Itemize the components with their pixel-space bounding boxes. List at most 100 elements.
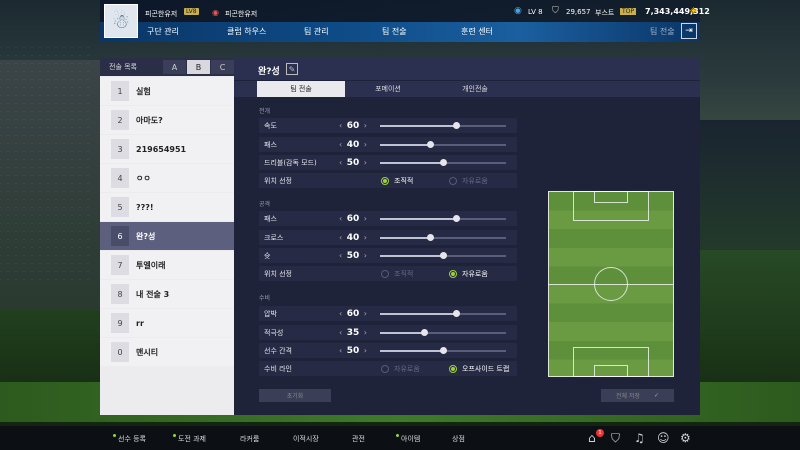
tab-individual-tactics[interactable]: 개인전술 — [431, 81, 519, 97]
decrease-icon[interactable]: ‹ — [339, 233, 342, 242]
slider-knob[interactable] — [452, 215, 460, 222]
increase-icon[interactable]: › — [364, 140, 367, 149]
nav-locker-room[interactable]: 라커룸 — [240, 434, 259, 444]
decrease-icon[interactable]: ‹ — [339, 309, 342, 318]
build-passing-slider[interactable] — [380, 141, 506, 148]
tactic-slot-4[interactable]: 4 ㅇㅇ — [100, 164, 234, 192]
slider-value: 60 — [346, 213, 360, 224]
tactics-tab-c[interactable]: C — [211, 60, 234, 74]
radio-organized[interactable]: 조직적 — [381, 269, 413, 279]
manager-name: 피곤한유저 — [225, 10, 258, 18]
radio-label: 오프사이드 트랩 — [462, 365, 510, 373]
goal-box-top — [594, 191, 628, 203]
slider-knob[interactable] — [427, 234, 435, 241]
tactic-slot-7[interactable]: 7 투엘이래 — [100, 251, 234, 279]
radio-offside-trap[interactable]: 오프사이드 트랩 — [449, 364, 509, 374]
defense-pressure-slider[interactable] — [380, 310, 506, 317]
slot-number: 1 — [111, 81, 129, 101]
radio-free[interactable]: 자유로움 — [449, 176, 488, 186]
tactic-slot-8[interactable]: 8 내 전술 3 — [100, 280, 234, 308]
tactic-slot-9[interactable]: 9 rr — [100, 309, 234, 337]
gear-icon[interactable]: ⚙ — [680, 431, 691, 445]
menu-club-management[interactable]: 구단 관리 — [147, 26, 179, 37]
menu-club-house[interactable]: 클럽 하우스 — [227, 26, 266, 37]
attack-passing-slider[interactable] — [380, 215, 506, 222]
radio-group-label: 위치 선정 — [264, 269, 292, 278]
bell-icon[interactable]: ♫ — [634, 431, 645, 445]
manager-icon: ◉ — [212, 8, 219, 17]
slider-knob[interactable] — [440, 252, 447, 259]
build-speed-slider[interactable] — [380, 122, 506, 129]
increase-icon[interactable]: › — [364, 251, 367, 260]
slider-knob[interactable] — [440, 347, 447, 354]
increase-icon[interactable]: › — [364, 158, 367, 167]
slider-knob[interactable] — [452, 122, 460, 129]
edit-icon[interactable]: ✎ — [286, 63, 298, 75]
nav-items[interactable]: 아이템 — [396, 434, 420, 444]
slider-knob[interactable] — [421, 329, 429, 336]
increase-icon[interactable]: › — [364, 214, 367, 223]
tactic-slot-3[interactable]: 3 219654951 — [100, 135, 234, 163]
slider-value: 50 — [346, 157, 360, 168]
check-icon: ✓ — [653, 392, 660, 399]
increase-icon[interactable]: › — [364, 309, 367, 318]
home-icon[interactable]: ⌂ — [588, 431, 596, 445]
nav-shop[interactable]: 상점 — [452, 434, 465, 444]
radio-organized[interactable]: 조직적 — [381, 176, 413, 186]
decrease-icon[interactable]: ‹ — [339, 328, 342, 337]
slider-knob[interactable] — [427, 141, 435, 148]
tab-formation[interactable]: 포메이션 — [344, 81, 432, 97]
attack-shooting-slider[interactable] — [380, 252, 506, 259]
build-dribble-slider[interactable] — [380, 159, 506, 166]
menu-team-tactics[interactable]: 팀 전술 — [382, 26, 407, 37]
defense-width-slider[interactable] — [380, 347, 506, 354]
nav-challenges[interactable]: 도전 과제 — [173, 434, 206, 444]
tactics-tab-b[interactable]: B — [187, 60, 210, 74]
attack-crossing-slider[interactable] — [380, 234, 506, 241]
slider-value: 40 — [346, 232, 360, 243]
decrease-icon[interactable]: ‹ — [339, 346, 342, 355]
shield-icon[interactable]: ⛉ — [611, 431, 620, 446]
tactics-tab-a[interactable]: A — [163, 60, 186, 74]
increase-icon[interactable]: › — [364, 328, 367, 337]
tactic-slot-1[interactable]: 1 실험 — [100, 77, 234, 105]
club-emblem[interactable]: ☃ — [104, 4, 138, 38]
tactic-slot-6[interactable]: 6 완?성 — [100, 222, 234, 250]
decrease-icon[interactable]: ‹ — [339, 251, 342, 260]
radio-group-label: 위치 선정 — [264, 176, 292, 185]
exit-icon[interactable]: ⇥ — [681, 23, 697, 39]
decrease-icon[interactable]: ‹ — [339, 121, 342, 130]
slider-knob[interactable] — [440, 159, 447, 166]
decrease-icon[interactable]: ‹ — [339, 214, 342, 223]
decrease-icon[interactable]: ‹ — [339, 140, 342, 149]
tactic-slot-0[interactable]: 0 맨시티 — [100, 338, 234, 366]
tactics-list-title: 전술 목록 — [109, 63, 137, 71]
defense-aggression-slider[interactable] — [380, 329, 506, 336]
radio-free[interactable]: 자유로움 — [381, 364, 420, 374]
radio-free[interactable]: 자유로움 — [449, 269, 488, 279]
nav-player-registration[interactable]: 선수 등록 — [113, 434, 146, 444]
tactic-slot-2[interactable]: 2 아마도? — [100, 106, 234, 134]
increase-icon[interactable]: › — [364, 346, 367, 355]
menu-team-management[interactable]: 팀 관리 — [304, 26, 329, 37]
slider-knob[interactable] — [452, 310, 460, 317]
tactic-slot-5[interactable]: 5???! — [100, 193, 234, 221]
build-speed-row: 속도 ‹ 60 › — [259, 118, 517, 133]
boost-label[interactable]: 부스트 — [595, 8, 614, 18]
slot-number: 5 — [111, 197, 129, 217]
defense-pressure-row: 압박 ‹ 60 › — [259, 306, 517, 321]
slider-label: 선수 간격 — [264, 346, 292, 355]
nav-transfer-market[interactable]: 이적시장 — [293, 434, 319, 444]
save-all-button[interactable]: 전체 저장 ✓ — [601, 389, 674, 402]
increase-icon[interactable]: › — [364, 121, 367, 130]
nav-spectate[interactable]: 관전 — [352, 434, 365, 444]
slider-label: 패스 — [264, 140, 277, 149]
decrease-icon[interactable]: ‹ — [339, 158, 342, 167]
tab-team-tactics[interactable]: 팀 전술 — [257, 81, 345, 97]
menu-training-center[interactable]: 훈련 센터 — [461, 26, 493, 37]
profile-icon[interactable]: ☺ — [657, 431, 670, 445]
reset-button[interactable]: 초기화 — [259, 389, 331, 402]
defense-aggression-row: 적극성 ‹ 35 › — [259, 325, 517, 340]
increase-icon[interactable]: › — [364, 233, 367, 242]
save-all-label: 전체 저장 — [615, 393, 640, 400]
